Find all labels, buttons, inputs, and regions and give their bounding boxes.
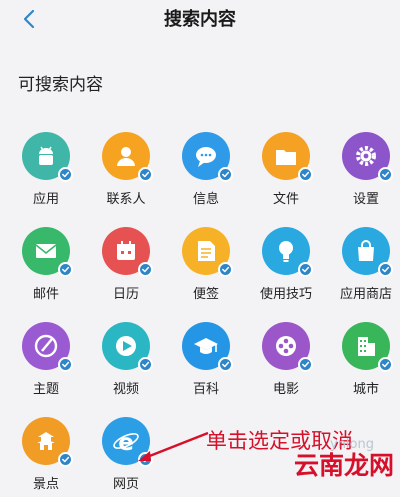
content-item[interactable]: 邮件 bbox=[11, 227, 81, 307]
content-item[interactable]: 应用 bbox=[11, 132, 81, 212]
checkmark-badge-icon bbox=[218, 167, 233, 182]
content-item-label: 便签 bbox=[192, 287, 219, 302]
annotation-arrow bbox=[138, 431, 209, 461]
content-item-label: 设置 bbox=[352, 192, 379, 207]
content-item[interactable]: 联系人 bbox=[91, 132, 161, 212]
checkmark-badge-icon bbox=[58, 167, 73, 182]
checkmark-badge-icon bbox=[378, 167, 393, 182]
content-item[interactable]: 百科 bbox=[171, 322, 241, 402]
checkmark-badge-icon bbox=[298, 262, 313, 277]
content-item-label: 视频 bbox=[112, 382, 139, 397]
content-item-label: 联系人 bbox=[106, 192, 146, 207]
content-item-label: 百科 bbox=[192, 382, 219, 397]
content-item[interactable]: 日历 bbox=[91, 227, 161, 307]
checkmark-badge-icon bbox=[298, 357, 313, 372]
content-item[interactable]: 城市 bbox=[331, 322, 400, 402]
checkmark-badge-icon bbox=[58, 452, 73, 467]
content-item[interactable]: 文件 bbox=[251, 132, 321, 212]
checkmark-badge-icon bbox=[138, 262, 153, 277]
checkmark-badge-icon bbox=[218, 357, 233, 372]
content-item[interactable]: 视频 bbox=[91, 322, 161, 402]
content-item-label: 景点 bbox=[32, 477, 59, 492]
content-item[interactable]: 景点 bbox=[11, 417, 81, 497]
content-item[interactable]: 主题 bbox=[11, 322, 81, 402]
checkmark-badge-icon bbox=[378, 262, 393, 277]
content-item[interactable]: 电影 bbox=[251, 322, 321, 402]
content-item-label: 文件 bbox=[272, 192, 299, 207]
watermark-logo: 云南龙网 bbox=[294, 451, 395, 480]
checkmark-badge-icon bbox=[138, 167, 153, 182]
content-item[interactable]: 应用商店 bbox=[331, 227, 400, 307]
content-item-label: 电影 bbox=[272, 382, 299, 397]
content-item-label: 应用 bbox=[32, 192, 59, 207]
content-item-label: 应用商店 bbox=[339, 287, 392, 302]
checkmark-badge-icon bbox=[138, 357, 153, 372]
content-item[interactable]: 设置 bbox=[331, 132, 400, 212]
content-item[interactable]: 信息 bbox=[171, 132, 241, 212]
checkmark-badge-icon bbox=[378, 357, 393, 372]
content-item-label: 城市 bbox=[352, 382, 379, 397]
content-item[interactable]: 使用技巧 bbox=[251, 227, 321, 307]
content-item-label: 日历 bbox=[112, 287, 139, 302]
search-content-grid: 应用 联系人 信息 文件 设置 邮件 日历 便签 使用技巧 应用商店 主题 视频 百科 电影 城市 景点 e 网页 bbox=[0, 0, 400, 495]
content-item-label: 网页 bbox=[112, 477, 139, 492]
checkmark-badge-icon bbox=[298, 167, 313, 182]
content-item-label: 使用技巧 bbox=[259, 287, 312, 302]
content-item-label: 邮件 bbox=[32, 287, 59, 302]
checkmark-badge-icon bbox=[58, 262, 73, 277]
content-item-label: 主题 bbox=[32, 382, 59, 397]
checkmark-badge-icon bbox=[218, 262, 233, 277]
content-item-label: 信息 bbox=[192, 192, 219, 207]
checkmark-badge-icon bbox=[58, 357, 73, 372]
content-item[interactable]: 便签 bbox=[171, 227, 241, 307]
